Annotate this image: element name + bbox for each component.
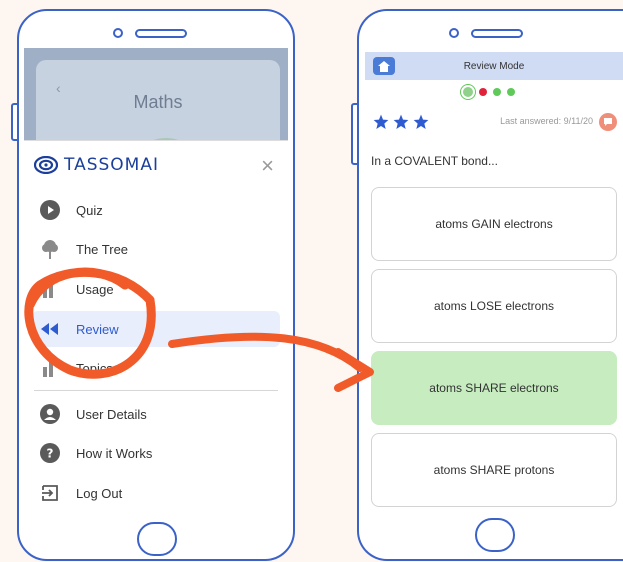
menu-item-label: Topics [76, 360, 113, 376]
bar-icon [40, 358, 60, 378]
tassomai-logo: TASSOMAI [34, 155, 159, 175]
report-button[interactable] [599, 113, 617, 131]
progress-dot [493, 88, 501, 96]
chart-icon [40, 279, 60, 299]
right-phone-speaker [449, 28, 523, 38]
star-icon [373, 114, 389, 129]
answer-option[interactable]: atoms GAIN electrons [371, 187, 617, 261]
left-phone-speaker [113, 28, 187, 38]
star-icon [413, 114, 429, 129]
menu-item-usage[interactable]: Usage [24, 271, 288, 307]
left-phone-screen: ‹ Maths TASSOMAI × Quiz The Tree Usage R… [24, 48, 288, 516]
answer-option-correct[interactable]: atoms SHARE electrons [371, 351, 617, 425]
rewind-icon [40, 319, 60, 339]
answer-label: atoms SHARE protons [433, 463, 555, 477]
menu-item-review[interactable]: Review [32, 311, 280, 347]
speaker-slot [135, 28, 187, 38]
play-icon [40, 200, 60, 220]
target-logo-icon [34, 156, 58, 174]
menu-item-how-it-works[interactable]: ? How it Works [24, 435, 288, 471]
close-icon[interactable]: × [261, 153, 274, 179]
svg-text:?: ? [47, 447, 54, 461]
menu-item-quiz[interactable]: Quiz [24, 192, 288, 228]
camera-icon [113, 28, 123, 38]
menu-divider [34, 390, 278, 391]
menu-item-the-tree[interactable]: The Tree [24, 231, 288, 267]
speech-bubble-icon [604, 118, 612, 126]
answer-label: atoms LOSE electrons [433, 299, 555, 313]
background-title: Maths [133, 92, 183, 112]
right-home-button[interactable] [475, 518, 515, 552]
left-home-button[interactable] [137, 522, 177, 556]
home-icon [378, 60, 390, 72]
user-icon [40, 404, 60, 424]
answer-label: atoms SHARE electrons [429, 381, 559, 395]
menu-item-topics[interactable]: Topics [24, 350, 288, 386]
menu-item-label: User Details [76, 406, 147, 422]
answer-option[interactable]: atoms LOSE electrons [371, 269, 617, 343]
menu-item-label: How it Works [76, 445, 153, 461]
star-icon [393, 114, 409, 129]
menu-item-label: The Tree [76, 241, 129, 257]
camera-icon [449, 28, 459, 38]
speaker-slot [471, 28, 523, 38]
progress-dot [463, 87, 473, 97]
menu-item-label: Log Out [76, 485, 123, 501]
menu-item-label: Review [76, 321, 119, 337]
tree-icon [40, 239, 60, 259]
menu-item-user-details[interactable]: User Details [24, 396, 288, 432]
answer-label: atoms GAIN electrons [435, 217, 553, 231]
star-rating [373, 114, 429, 130]
last-answered-text: Last answered: 9/11/20 [500, 116, 593, 126]
progress-dot [507, 88, 515, 96]
answer-option[interactable]: atoms SHARE protons [371, 433, 617, 507]
logo-text: TASSOMAI [64, 155, 159, 175]
navigation-drawer: TASSOMAI × Quiz The Tree Usage Review To… [24, 140, 288, 516]
progress-dot [479, 88, 487, 96]
home-button[interactable] [373, 57, 395, 75]
help-icon: ? [40, 443, 60, 463]
menu-item-label: Quiz [76, 202, 103, 218]
progress-dots [463, 87, 515, 97]
header-title: Review Mode [463, 60, 525, 72]
review-mode-header: Review Mode [365, 52, 623, 80]
menu-item-label: Usage [76, 281, 114, 297]
right-phone-screen: Review Mode Last answered: 9/11/20 In a … [365, 52, 623, 512]
logout-icon [40, 483, 60, 503]
menu-item-log-out[interactable]: Log Out [24, 475, 288, 511]
question-text: In a COVALENT bond... [371, 154, 498, 168]
